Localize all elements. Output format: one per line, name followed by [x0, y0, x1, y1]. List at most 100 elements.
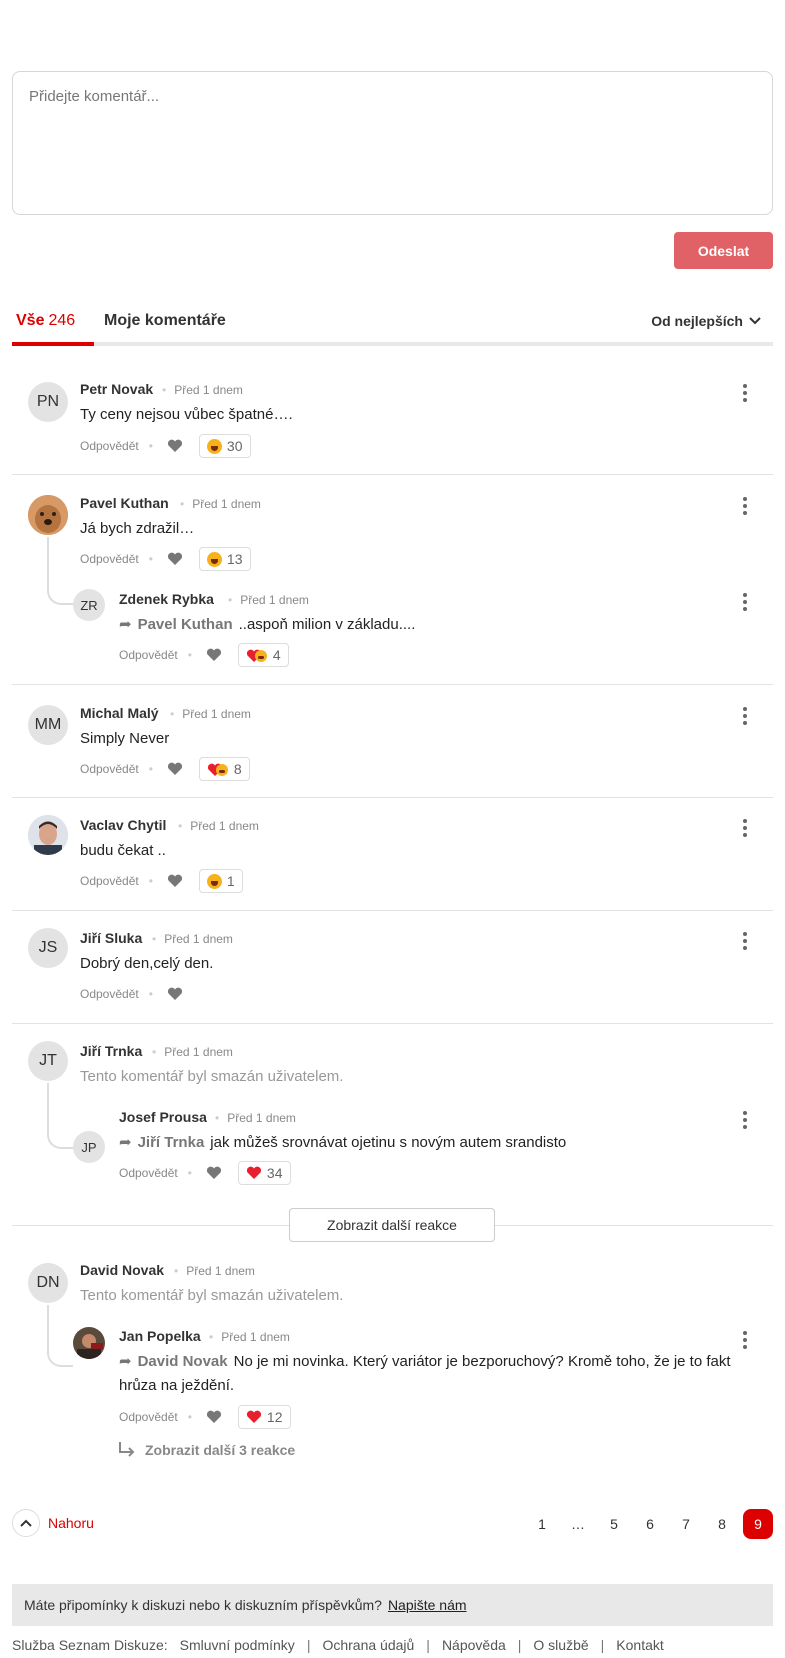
kebab-menu-icon[interactable]	[743, 932, 747, 950]
reaction-badge[interactable]: 1	[198, 869, 243, 893]
heart-icon	[246, 1166, 262, 1180]
heart-icon[interactable]	[163, 439, 187, 453]
reply-author[interactable]: Josef Prousa	[119, 1109, 207, 1125]
sort-dropdown[interactable]: Od nejlepších	[651, 313, 761, 329]
thread-line	[47, 537, 73, 605]
footer-link[interactable]: O službě	[533, 1637, 588, 1653]
reply-button[interactable]: Odpovědět	[80, 987, 139, 1001]
reply-to-author[interactable]: Jiří Trnka	[138, 1134, 205, 1151]
reply-body: ..aspoň milion v základu....	[238, 616, 416, 633]
reaction-badge[interactable]: 30	[198, 434, 251, 458]
avatar[interactable]: ZR	[73, 589, 105, 621]
comment-time: Před 1 dnem	[178, 819, 259, 833]
show-more-replies-button[interactable]: Zobrazit další 3 reakce	[117, 1441, 295, 1459]
reply-text: ➦ David Novak No je mi novinka. Který vari…	[119, 1350, 739, 1398]
comment-author[interactable]: Jiří Trnka	[80, 1043, 142, 1059]
back-to-top-button[interactable]: Nahoru	[12, 1509, 94, 1537]
avatar[interactable]: JP	[73, 1131, 105, 1163]
footer-link[interactable]: Nápověda	[442, 1637, 506, 1653]
page-link[interactable]: 1	[524, 1516, 560, 1532]
footer-service-label: Služba Seznam Diskuze:	[12, 1637, 168, 1653]
show-more-reactions-button[interactable]: Zobrazit další reakce	[289, 1208, 495, 1242]
reaction-badge[interactable]: 12	[237, 1405, 291, 1429]
reply-to-author[interactable]: Pavel Kuthan	[138, 616, 233, 633]
footer-link[interactable]: Smluvní podmínky	[180, 1637, 295, 1653]
reply-arrow-icon: ➦	[119, 616, 132, 633]
kebab-menu-icon[interactable]	[743, 593, 747, 611]
kebab-menu-icon[interactable]	[743, 497, 747, 515]
reply-button[interactable]: Odpovědět	[80, 874, 139, 888]
page-link[interactable]: 7	[668, 1516, 704, 1532]
reaction-count: 13	[226, 551, 243, 567]
reply-button[interactable]: Odpovědět	[119, 648, 178, 662]
comment-author[interactable]: Petr Novak	[80, 381, 153, 397]
comment-text: Tento komentář byl smazán uživatelem.	[80, 1287, 344, 1304]
comment-author[interactable]: Michal Malý	[80, 705, 159, 721]
heart-icon[interactable]	[202, 648, 226, 662]
kebab-menu-icon[interactable]	[743, 707, 747, 725]
feedback-link[interactable]: Napište nám	[388, 1597, 467, 1613]
reaction-badge[interactable]: 34	[237, 1161, 291, 1185]
reply-author[interactable]: Zdenek Rybka	[119, 591, 214, 607]
comment-author[interactable]: Pavel Kuthan	[80, 495, 169, 511]
reply-button[interactable]: Odpovědět	[80, 552, 139, 566]
comment-actions: Odpovědět • 8	[80, 757, 250, 781]
reply-button[interactable]: Odpovědět	[80, 762, 139, 776]
kebab-menu-icon[interactable]	[743, 819, 747, 837]
tab-all-label: Vše	[16, 312, 45, 329]
avatar[interactable]	[73, 1327, 105, 1359]
avatar[interactable]: MM	[28, 705, 68, 745]
comment-thread: Pavel Kuthan Před 1 dnem Já bych zdražil…	[12, 475, 773, 685]
feedback-bar: Máte připomínky k diskuzi nebo k diskuzn…	[12, 1584, 773, 1626]
footer-link[interactable]: Kontakt	[616, 1637, 663, 1653]
heart-icon[interactable]	[163, 987, 187, 1001]
avatar[interactable]: DN	[28, 1263, 68, 1303]
comment-actions: Odpovědět •	[80, 982, 187, 1006]
comment-time: Před 1 dnem	[152, 1045, 233, 1059]
reply-time: Před 1 dnem	[215, 1111, 296, 1125]
avatar[interactable]: JS	[28, 928, 68, 968]
footer-link[interactable]: Ochrana údajů	[322, 1637, 414, 1653]
reaction-badge[interactable]: 13	[198, 547, 251, 571]
avatar[interactable]	[28, 815, 68, 855]
reply-to-author[interactable]: David Novak	[138, 1353, 228, 1370]
reply-button[interactable]: Odpovědět	[80, 439, 139, 453]
comment-input[interactable]: Přidejte komentář...	[12, 71, 773, 215]
heart-icon[interactable]	[163, 762, 187, 776]
kebab-menu-icon[interactable]	[743, 384, 747, 402]
thread-line	[47, 1083, 73, 1149]
comment-text: Ty ceny nejsou vůbec špatné….	[80, 406, 293, 423]
pagination: 1 … 5 6 7 8 9	[524, 1509, 773, 1539]
footer: Služba Seznam Diskuze: Smluvní podmínky …	[12, 1637, 664, 1653]
send-button[interactable]: Odeslat	[674, 232, 773, 269]
chevron-down-icon	[749, 317, 761, 325]
reaction-badge[interactable]: 4	[237, 643, 289, 667]
kebab-menu-icon[interactable]	[743, 1331, 747, 1349]
page-current[interactable]: 9	[743, 1509, 773, 1539]
comment-author[interactable]: Vaclav Chytil	[80, 817, 166, 833]
kebab-menu-icon[interactable]	[743, 1111, 747, 1129]
comment-actions: Odpovědět • 4	[119, 643, 289, 667]
comment-author[interactable]: David Novak	[80, 1262, 164, 1278]
page-link[interactable]: 5	[596, 1516, 632, 1532]
comment-text: Tento komentář byl smazán uživatelem.	[80, 1068, 344, 1085]
comment-author[interactable]: Jiří Sluka	[80, 930, 142, 946]
reply-author[interactable]: Jan Popelka	[119, 1328, 201, 1344]
tab-my-comments[interactable]: Moje komentáře	[104, 312, 226, 330]
page-link[interactable]: 8	[704, 1516, 740, 1532]
thread-line	[47, 1305, 73, 1367]
heart-icon[interactable]	[202, 1166, 226, 1180]
avatar[interactable]	[28, 495, 68, 535]
avatar[interactable]: PN	[28, 382, 68, 422]
heart-icon[interactable]	[163, 874, 187, 888]
page-ellipsis: …	[571, 1516, 585, 1532]
reply-button[interactable]: Odpovědět	[119, 1410, 178, 1424]
reply-button[interactable]: Odpovědět	[119, 1166, 178, 1180]
avatar[interactable]: JT	[28, 1041, 68, 1081]
page-link[interactable]: 6	[632, 1516, 668, 1532]
heart-icon[interactable]	[163, 552, 187, 566]
heart-icon[interactable]	[202, 1410, 226, 1424]
laugh-emoji-icon	[206, 438, 222, 454]
reaction-badge[interactable]: 8	[198, 757, 250, 781]
tab-all[interactable]: Vše 246	[16, 312, 75, 330]
